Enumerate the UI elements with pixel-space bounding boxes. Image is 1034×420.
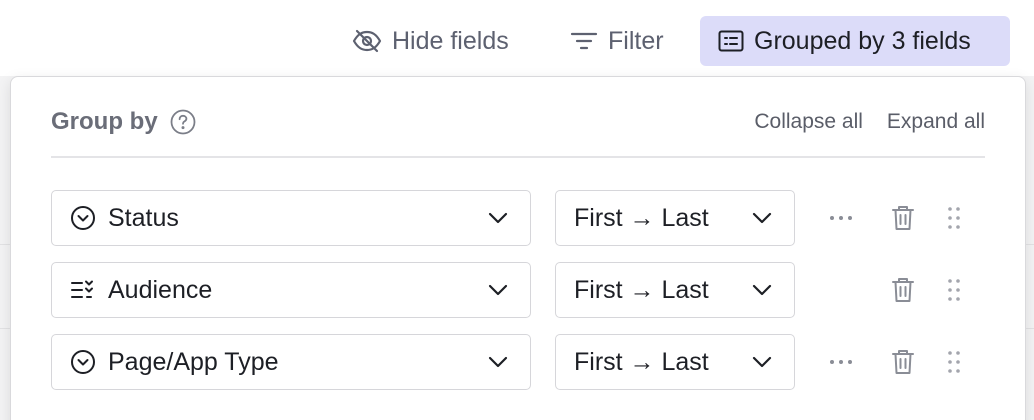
view-toolbar: Hide fields Filter Grouped by 3 fields: [0, 0, 1034, 76]
chevron-down-icon: [488, 212, 508, 224]
single-select-icon: [70, 349, 96, 375]
group-field-select[interactable]: Page/App Type: [51, 334, 531, 390]
chevron-down-icon: [752, 284, 772, 296]
eye-off-icon: [352, 29, 382, 53]
chevron-down-icon: [488, 284, 508, 296]
collapse-all-link[interactable]: Collapse all: [754, 110, 863, 134]
filter-icon: [570, 30, 598, 52]
group-order-select[interactable]: First → Last: [555, 334, 795, 390]
group-order-label: First → Last: [574, 347, 709, 376]
more-options-icon[interactable]: [829, 190, 853, 246]
group-row: Status First → Last: [51, 190, 991, 246]
trash-icon[interactable]: [891, 262, 915, 318]
chevron-down-icon: [752, 356, 772, 368]
drag-handle-icon[interactable]: [947, 262, 961, 318]
group-row: Page/App Type First → Last: [51, 334, 991, 390]
more-options-icon[interactable]: [829, 334, 853, 390]
expand-all-link[interactable]: Expand all: [887, 110, 985, 134]
single-select-icon: [70, 205, 96, 231]
hide-fields-label: Hide fields: [392, 26, 509, 55]
chevron-down-icon: [488, 356, 508, 368]
group-order-label: First → Last: [574, 203, 709, 232]
group-order-label: First → Last: [574, 275, 709, 304]
group-field-label: Page/App Type: [108, 347, 279, 376]
group-order-select[interactable]: First → Last: [555, 262, 795, 318]
group-by-header: Group by Collapse all Expand all: [51, 99, 985, 145]
grouped-by-label: Grouped by 3 fields: [754, 26, 971, 55]
filter-label: Filter: [608, 26, 664, 55]
drag-handle-icon[interactable]: [947, 190, 961, 246]
group-order-select[interactable]: First → Last: [555, 190, 795, 246]
group-row: Audience First → Last: [51, 262, 991, 318]
multi-select-icon: [70, 277, 96, 303]
panel-title: Group by: [51, 108, 158, 135]
help-icon[interactable]: [170, 109, 196, 135]
grouped-by-button[interactable]: Grouped by 3 fields: [700, 16, 1010, 66]
group-field-label: Status: [108, 203, 179, 232]
trash-icon[interactable]: [891, 334, 915, 390]
filter-button[interactable]: Filter: [556, 16, 678, 66]
drag-handle-icon[interactable]: [947, 334, 961, 390]
chevron-down-icon: [752, 212, 772, 224]
group-list-icon: [718, 30, 744, 52]
group-by-popover: Group by Collapse all Expand all Status …: [10, 76, 1026, 420]
group-field-select[interactable]: Status: [51, 190, 531, 246]
hide-fields-button[interactable]: Hide fields: [338, 16, 523, 66]
header-divider: [51, 156, 985, 158]
group-field-select[interactable]: Audience: [51, 262, 531, 318]
trash-icon[interactable]: [891, 190, 915, 246]
page: Hide fields Filter Grouped by 3 fields G…: [0, 0, 1034, 420]
group-field-label: Audience: [108, 275, 213, 304]
